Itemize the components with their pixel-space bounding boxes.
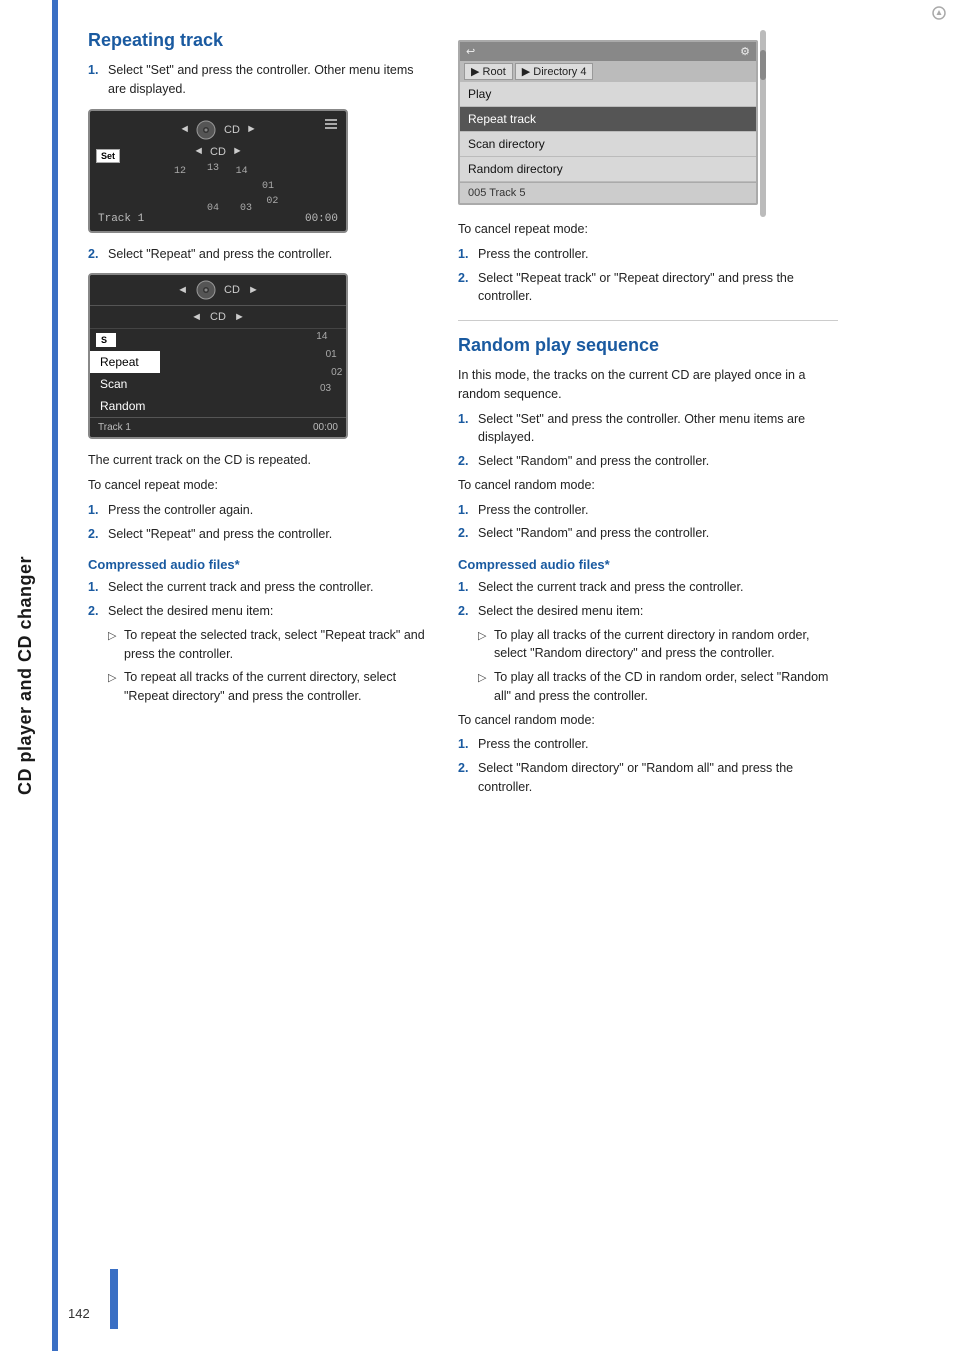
right-cancel-header: To cancel random mode:: [458, 476, 838, 495]
rscreen-scrollthumb: [760, 50, 766, 80]
screen1-menu-icon: [324, 117, 338, 131]
cd-screen-2: ◄ CD ►: [88, 273, 348, 439]
right-steps: 1. Select "Set" and press the controller…: [458, 410, 838, 471]
screen2-left-panel: S Repeat Scan Random: [90, 329, 160, 417]
right-screen-wrapper: ↩ ⚙ ▶ Root ▶ Directory 4 Play Repeat tra…: [458, 30, 758, 217]
disc-icon-2: [196, 280, 216, 300]
page-number: 142: [68, 1306, 90, 1321]
main-content: Repeating track 1. Select "Set" and pres…: [68, 0, 954, 832]
breadcrumb-root: ▶ Root: [464, 63, 513, 80]
rscreen-breadcrumb: ▶ Root ▶ Directory 4: [460, 61, 756, 82]
settings-icon: ⚙: [740, 45, 750, 58]
right-cancel-1: 1. Press the controller.: [458, 501, 838, 520]
right-cancel-note-header: To cancel repeat mode:: [458, 220, 838, 239]
left-bullet-2: ▷ To repeat all tracks of the current di…: [108, 668, 428, 706]
screen1-second-row: ◄ CD ►: [98, 143, 338, 161]
back-icon: ↩: [466, 45, 475, 58]
cancel-repeat-list: 1. Press the controller again. 2. Select…: [88, 501, 428, 544]
left-step2-list: 2. Select "Repeat" and press the control…: [88, 245, 428, 264]
left-steps-list: 1. Select "Set" and press the controller…: [88, 61, 428, 99]
rscreen-topbar: ↩ ⚙: [460, 42, 756, 61]
left-sub-title: Compressed audio files*: [88, 557, 428, 572]
two-column-layout: Repeating track 1. Select "Set" and pres…: [88, 30, 924, 802]
left-section-title: Repeating track: [88, 30, 428, 51]
sidebar-label: CD player and CD changer: [0, 0, 52, 1351]
right-cancel-note-list: 1. Press the controller. 2. Select "Repe…: [458, 245, 838, 306]
screen1-top-row: ◄ CD ►: [98, 117, 338, 143]
rscreen-scan-dir[interactable]: Scan directory: [460, 132, 756, 157]
right-column: ↩ ⚙ ▶ Root ▶ Directory 4 Play Repeat tra…: [458, 30, 838, 802]
left-sub-steps: 1. Select the current track and press th…: [88, 578, 428, 621]
right-cancel-list: 1. Press the controller. 2. Select "Rand…: [458, 501, 838, 544]
right-sub-step-1: 1. Select the current track and press th…: [458, 578, 838, 597]
rscreen-play[interactable]: Play: [460, 82, 756, 107]
disc-icon-1: [196, 120, 216, 140]
screen2-menu-area: S Repeat Scan Random 14 01 02 03: [90, 329, 346, 417]
right-cancel-note-2: 2. Select "Repeat track" or "Repeat dire…: [458, 269, 838, 307]
random-menu-item[interactable]: Random: [90, 395, 160, 417]
repeat-menu-item[interactable]: Repeat: [90, 351, 160, 373]
rscreen-footer: 005 Track 5: [460, 182, 756, 203]
divider: [458, 320, 838, 321]
screen2-footer: Track 1 00:00: [90, 417, 346, 437]
left-step-2: 2. Select "Repeat" and press the control…: [88, 245, 428, 264]
right-section-title: Random play sequence: [458, 335, 838, 356]
left-bullet-list: ▷ To repeat the selected track, select "…: [88, 626, 428, 706]
cancel-repeat-header: To cancel repeat mode:: [88, 476, 428, 495]
rscreen-repeat-track[interactable]: Repeat track: [460, 107, 756, 132]
right-bullet-list: ▷ To play all tracks of the current dire…: [458, 626, 838, 706]
cd-screen-1: ◄ CD ►: [88, 109, 348, 233]
s-label: S: [96, 333, 116, 347]
left-bullet-1: ▷ To repeat the selected track, select "…: [108, 626, 428, 664]
repeat-note: The current track on the CD is repeated.: [88, 451, 428, 470]
scan-menu-item[interactable]: Scan: [90, 373, 160, 395]
right-cd-screen: ↩ ⚙ ▶ Root ▶ Directory 4 Play Repeat tra…: [458, 40, 758, 205]
screen2-cd-row: ◄ CD ►: [90, 306, 346, 329]
random-intro: In this mode, the tracks on the current …: [458, 366, 838, 404]
breadcrumb-dir4: ▶ Directory 4: [515, 63, 594, 80]
right-bullet-1: ▷ To play all tracks of the current dire…: [478, 626, 838, 664]
right-cancel2-list: 1. Press the controller. 2. Select "Rand…: [458, 735, 838, 796]
screen1-track-area: 12 13 14 01 02 03 04: [108, 161, 328, 211]
rscreen-random-dir[interactable]: Random directory: [460, 157, 756, 182]
right-step-2: 2. Select "Random" and press the control…: [458, 452, 838, 471]
cancel-repeat-2: 2. Select "Repeat" and press the control…: [88, 525, 428, 544]
right-cancel2-1: 1. Press the controller.: [458, 735, 838, 754]
cancel-repeat-1: 1. Press the controller again.: [88, 501, 428, 520]
left-sub-step-1: 1. Select the current track and press th…: [88, 578, 428, 597]
rscreen-scrollbar[interactable]: [760, 30, 766, 217]
right-cancel2-2: 2. Select "Random directory" or "Random …: [458, 759, 838, 797]
right-sub-title: Compressed audio files*: [458, 557, 838, 572]
screen2-track-area: 14 01 02 03: [160, 329, 346, 409]
right-sub-steps: 1. Select the current track and press th…: [458, 578, 838, 621]
left-column: Repeating track 1. Select "Set" and pres…: [88, 30, 428, 802]
right-cancel-note-1: 1. Press the controller.: [458, 245, 838, 264]
page-number-bar: [110, 1269, 118, 1329]
blue-accent-bar: [52, 0, 58, 1351]
right-sub-step-2: 2. Select the desired menu item:: [458, 602, 838, 621]
right-step-1: 1. Select "Set" and press the controller…: [458, 410, 838, 448]
screen1-bottom: Track 1 00:00: [98, 213, 338, 225]
right-bullet-2: ▷ To play all tracks of the CD in random…: [478, 668, 838, 706]
right-cancel2-header: To cancel random mode:: [458, 711, 838, 730]
right-cancel-2: 2. Select "Random" and press the control…: [458, 524, 838, 543]
left-sub-step-2: 2. Select the desired menu item:: [88, 602, 428, 621]
screen2-header: ◄ CD ►: [90, 275, 346, 306]
left-step-1: 1. Select "Set" and press the controller…: [88, 61, 428, 99]
